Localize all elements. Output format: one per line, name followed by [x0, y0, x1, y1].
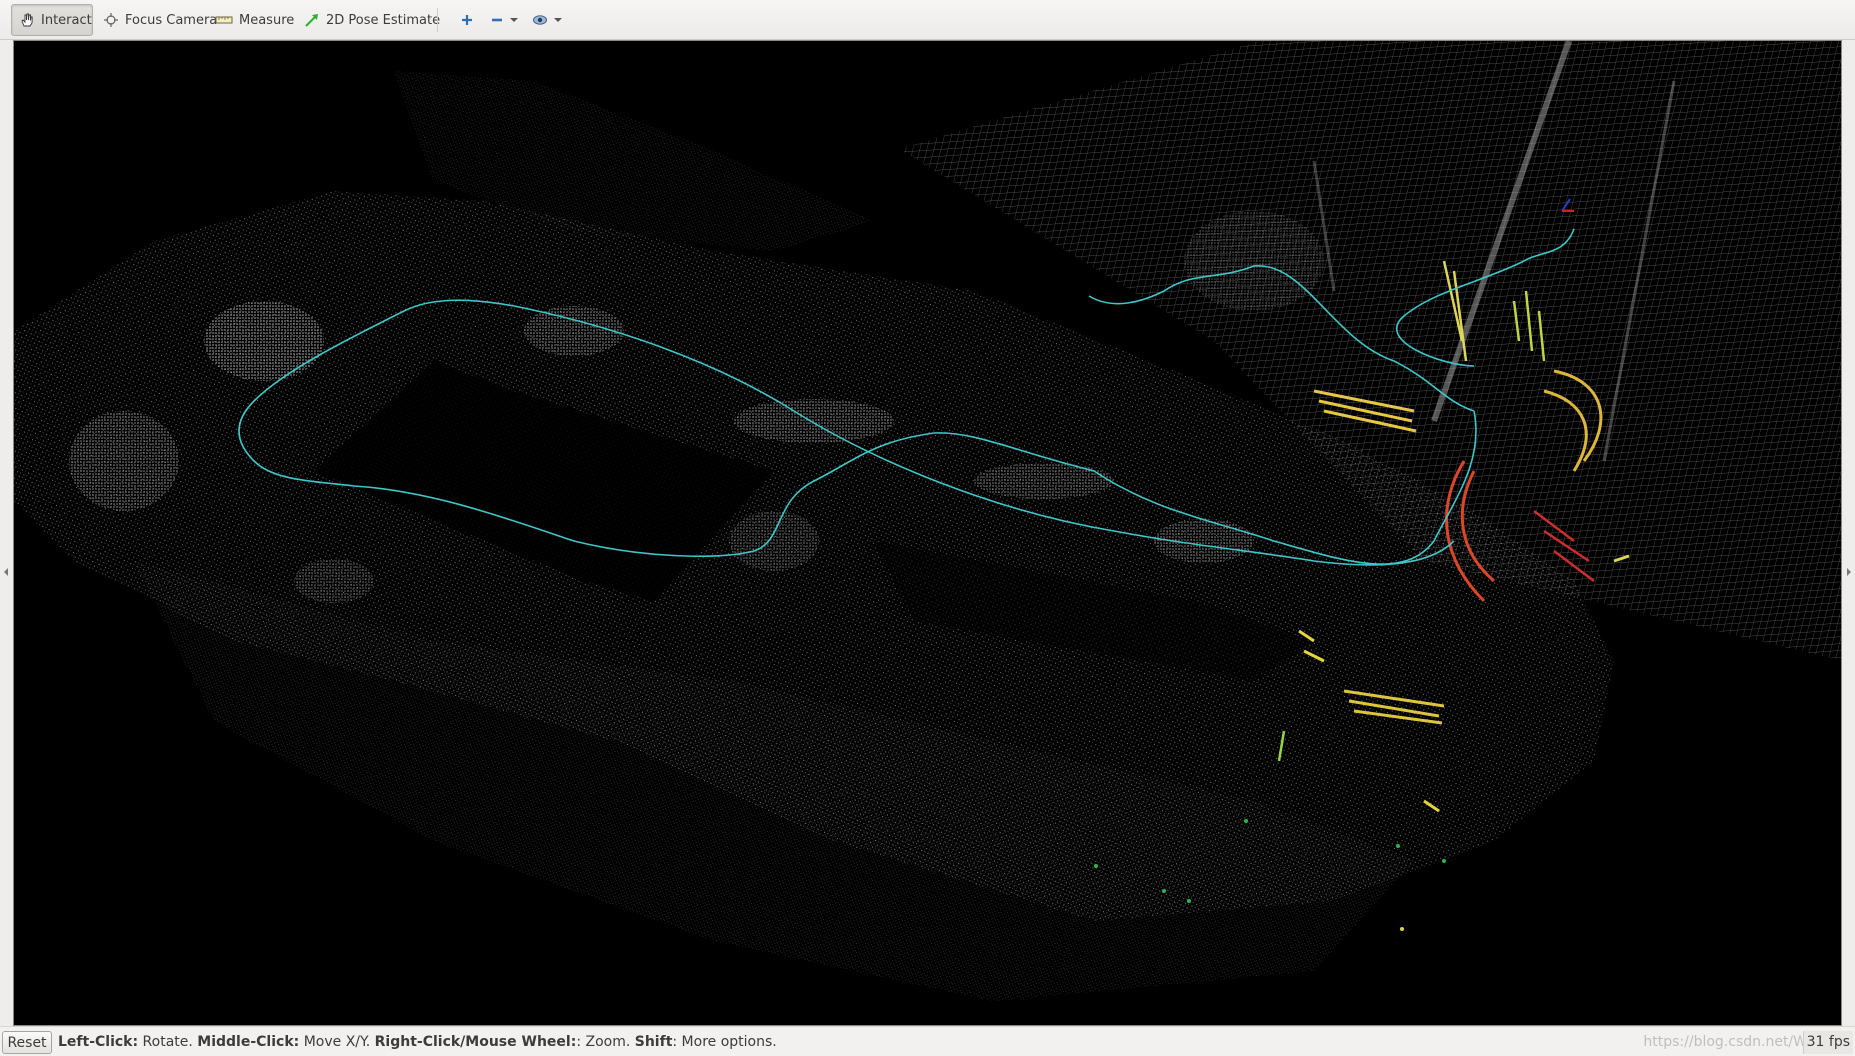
panels-menu-button[interactable]	[524, 4, 570, 36]
toolbar-separator	[437, 8, 438, 32]
toolbar: Interact Focus Camera Measure 2D Pose Es…	[0, 0, 1855, 40]
focus-camera-tool-label: Focus Camera	[125, 12, 218, 28]
interaction-hint: Left-Click: Rotate. Middle-Click: Move X…	[58, 1034, 777, 1050]
watermark-text: https://blog.csdn.net/W	[1643, 1034, 1807, 1050]
status-bar: Reset Left-Click: Rotate. Middle-Click: …	[0, 1026, 1855, 1056]
fps-counter: 31 fps	[1802, 1031, 1853, 1054]
remove-tool-button[interactable]	[482, 4, 526, 36]
hint-key: Left-Click:	[58, 1034, 139, 1050]
measure-tool-label: Measure	[239, 12, 295, 28]
interact-tool[interactable]: Interact	[11, 4, 93, 36]
tree-cluster	[974, 463, 1114, 499]
collapse-right-arrow-icon	[1847, 568, 1851, 576]
chevron-down-icon	[554, 17, 562, 23]
hint-key: Middle-Click:	[197, 1034, 300, 1050]
tree-cluster	[729, 511, 819, 571]
hint-text: Move X/Y.	[299, 1034, 375, 1050]
hint-text: Rotate.	[138, 1034, 198, 1050]
focus-camera-tool[interactable]: Focus Camera	[95, 4, 225, 36]
tree-cluster	[524, 306, 624, 356]
right-panel-handle[interactable]	[1842, 40, 1855, 1026]
add-tool-button[interactable]	[452, 4, 482, 36]
point-cloud-scene	[14, 41, 1841, 1001]
eye-icon	[532, 13, 548, 27]
hint-text: : Zoom.	[576, 1034, 635, 1050]
hint-key: Shift	[634, 1034, 673, 1050]
2d-pose-estimate-tool[interactable]: 2D Pose Estimate	[296, 4, 448, 36]
hint-text: : More options.	[672, 1034, 777, 1050]
hand-icon	[19, 12, 35, 28]
interact-tool-label: Interact	[41, 12, 92, 28]
2d-pose-estimate-tool-label: 2D Pose Estimate	[326, 12, 441, 28]
chevron-down-icon	[510, 17, 518, 23]
collapse-left-arrow-icon	[4, 568, 8, 576]
tree-cluster	[1184, 211, 1324, 311]
minus-icon	[490, 13, 504, 27]
tree-cluster	[734, 399, 894, 443]
3d-render-view[interactable]	[13, 40, 1842, 1026]
ruler-icon	[215, 12, 233, 28]
tree-cluster	[204, 301, 324, 381]
plus-icon	[460, 13, 474, 27]
green-arrow-icon	[304, 12, 320, 28]
crosshair-icon	[103, 12, 119, 28]
hint-key: Right-Click/Mouse Wheel:	[374, 1034, 577, 1050]
reset-button[interactable]: Reset	[2, 1031, 52, 1054]
measure-tool[interactable]: Measure	[207, 4, 302, 36]
tree-cluster	[294, 559, 374, 603]
tree-cluster	[69, 411, 179, 511]
left-panel-handle[interactable]	[0, 40, 13, 1026]
